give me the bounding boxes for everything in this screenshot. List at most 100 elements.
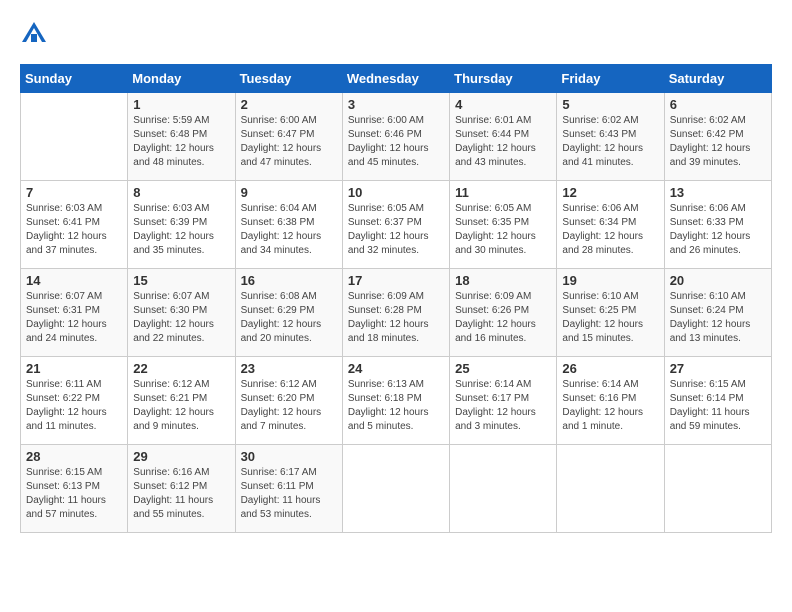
day-info: Sunrise: 6:04 AM Sunset: 6:38 PM Dayligh… <box>241 202 337 258</box>
calendar-cell: 24 Sunrise: 6:13 AM Sunset: 6:18 PM Dayli… <box>342 357 449 445</box>
day-number: 15 <box>133 273 229 288</box>
day-number: 14 <box>26 273 122 288</box>
calendar-cell: 19 Sunrise: 6:10 AM Sunset: 6:25 PM Dayli… <box>557 269 664 357</box>
day-number: 26 <box>562 361 658 376</box>
calendar-cell <box>450 445 557 533</box>
day-number: 9 <box>241 185 337 200</box>
day-number: 8 <box>133 185 229 200</box>
day-number: 25 <box>455 361 551 376</box>
calendar-cell: 21 Sunrise: 6:11 AM Sunset: 6:22 PM Dayli… <box>21 357 128 445</box>
day-number: 4 <box>455 97 551 112</box>
day-number: 13 <box>670 185 766 200</box>
day-number: 7 <box>26 185 122 200</box>
day-number: 24 <box>348 361 444 376</box>
day-info: Sunrise: 6:12 AM Sunset: 6:20 PM Dayligh… <box>241 378 337 434</box>
day-of-week-header: Saturday <box>664 65 771 93</box>
day-number: 21 <box>26 361 122 376</box>
calendar-cell <box>664 445 771 533</box>
day-of-week-header: Monday <box>128 65 235 93</box>
calendar-cell <box>557 445 664 533</box>
day-info: Sunrise: 6:11 AM Sunset: 6:22 PM Dayligh… <box>26 378 122 434</box>
calendar-cell: 14 Sunrise: 6:07 AM Sunset: 6:31 PM Dayli… <box>21 269 128 357</box>
calendar-cell: 30 Sunrise: 6:17 AM Sunset: 6:11 PM Dayli… <box>235 445 342 533</box>
logo <box>20 20 52 48</box>
day-info: Sunrise: 6:08 AM Sunset: 6:29 PM Dayligh… <box>241 290 337 346</box>
calendar-cell: 13 Sunrise: 6:06 AM Sunset: 6:33 PM Dayli… <box>664 181 771 269</box>
calendar-week-row: 14 Sunrise: 6:07 AM Sunset: 6:31 PM Dayli… <box>21 269 772 357</box>
day-info: Sunrise: 6:09 AM Sunset: 6:26 PM Dayligh… <box>455 290 551 346</box>
day-info: Sunrise: 6:01 AM Sunset: 6:44 PM Dayligh… <box>455 114 551 170</box>
day-info: Sunrise: 6:17 AM Sunset: 6:11 PM Dayligh… <box>241 466 337 522</box>
calendar-cell: 17 Sunrise: 6:09 AM Sunset: 6:28 PM Dayli… <box>342 269 449 357</box>
calendar-cell: 2Sunrise: 6:00 AM Sunset: 6:47 PM Daylig… <box>235 93 342 181</box>
calendar-cell: 4 Sunrise: 6:01 AM Sunset: 6:44 PM Daylig… <box>450 93 557 181</box>
day-number: 22 <box>133 361 229 376</box>
day-info: Sunrise: 6:02 AM Sunset: 6:43 PM Dayligh… <box>562 114 658 170</box>
day-info: Sunrise: 6:07 AM Sunset: 6:30 PM Dayligh… <box>133 290 229 346</box>
calendar-cell: 5 Sunrise: 6:02 AM Sunset: 6:43 PM Daylig… <box>557 93 664 181</box>
day-number: 27 <box>670 361 766 376</box>
day-info: Sunrise: 6:00 AM Sunset: 6:47 PM Dayligh… <box>241 114 337 170</box>
calendar-table: SundayMondayTuesdayWednesdayThursdayFrid… <box>20 64 772 533</box>
day-info: Sunrise: 6:06 AM Sunset: 6:34 PM Dayligh… <box>562 202 658 258</box>
day-info: Sunrise: 6:10 AM Sunset: 6:24 PM Dayligh… <box>670 290 766 346</box>
calendar-cell: 28Sunrise: 6:15 AM Sunset: 6:13 PM Dayli… <box>21 445 128 533</box>
calendar-cell <box>342 445 449 533</box>
calendar-week-row: 28Sunrise: 6:15 AM Sunset: 6:13 PM Dayli… <box>21 445 772 533</box>
day-number: 20 <box>670 273 766 288</box>
day-number: 19 <box>562 273 658 288</box>
calendar-cell: 8 Sunrise: 6:03 AM Sunset: 6:39 PM Daylig… <box>128 181 235 269</box>
calendar-cell: 15 Sunrise: 6:07 AM Sunset: 6:30 PM Dayli… <box>128 269 235 357</box>
calendar-cell: 3 Sunrise: 6:00 AM Sunset: 6:46 PM Daylig… <box>342 93 449 181</box>
calendar-cell: 27Sunrise: 6:15 AM Sunset: 6:14 PM Dayli… <box>664 357 771 445</box>
day-number: 30 <box>241 449 337 464</box>
day-info: Sunrise: 6:00 AM Sunset: 6:46 PM Dayligh… <box>348 114 444 170</box>
day-of-week-header: Friday <box>557 65 664 93</box>
day-number: 3 <box>348 97 444 112</box>
calendar-cell: 18 Sunrise: 6:09 AM Sunset: 6:26 PM Dayli… <box>450 269 557 357</box>
day-number: 28 <box>26 449 122 464</box>
calendar-week-row: 21 Sunrise: 6:11 AM Sunset: 6:22 PM Dayli… <box>21 357 772 445</box>
day-info: Sunrise: 6:02 AM Sunset: 6:42 PM Dayligh… <box>670 114 766 170</box>
logo-icon <box>20 20 48 48</box>
day-number: 10 <box>348 185 444 200</box>
calendar-cell: 12 Sunrise: 6:06 AM Sunset: 6:34 PM Dayli… <box>557 181 664 269</box>
day-info: Sunrise: 6:16 AM Sunset: 6:12 PM Dayligh… <box>133 466 229 522</box>
day-info: Sunrise: 5:59 AM Sunset: 6:48 PM Dayligh… <box>133 114 229 170</box>
day-info: Sunrise: 6:05 AM Sunset: 6:35 PM Dayligh… <box>455 202 551 258</box>
day-info: Sunrise: 6:10 AM Sunset: 6:25 PM Dayligh… <box>562 290 658 346</box>
calendar-header-row: SundayMondayTuesdayWednesdayThursdayFrid… <box>21 65 772 93</box>
calendar-cell: 6 Sunrise: 6:02 AM Sunset: 6:42 PM Daylig… <box>664 93 771 181</box>
day-of-week-header: Tuesday <box>235 65 342 93</box>
calendar-cell: 22 Sunrise: 6:12 AM Sunset: 6:21 PM Dayli… <box>128 357 235 445</box>
day-number: 16 <box>241 273 337 288</box>
day-number: 5 <box>562 97 658 112</box>
calendar-cell: 20 Sunrise: 6:10 AM Sunset: 6:24 PM Dayli… <box>664 269 771 357</box>
day-of-week-header: Wednesday <box>342 65 449 93</box>
day-info: Sunrise: 6:03 AM Sunset: 6:41 PM Dayligh… <box>26 202 122 258</box>
day-info: Sunrise: 6:05 AM Sunset: 6:37 PM Dayligh… <box>348 202 444 258</box>
day-info: Sunrise: 6:12 AM Sunset: 6:21 PM Dayligh… <box>133 378 229 434</box>
day-info: Sunrise: 6:13 AM Sunset: 6:18 PM Dayligh… <box>348 378 444 434</box>
calendar-week-row: 1 Sunrise: 5:59 AM Sunset: 6:48 PM Daylig… <box>21 93 772 181</box>
day-number: 6 <box>670 97 766 112</box>
calendar-cell: 16 Sunrise: 6:08 AM Sunset: 6:29 PM Dayli… <box>235 269 342 357</box>
calendar-body: 1 Sunrise: 5:59 AM Sunset: 6:48 PM Daylig… <box>21 93 772 533</box>
day-info: Sunrise: 6:14 AM Sunset: 6:17 PM Dayligh… <box>455 378 551 434</box>
calendar-cell: 9 Sunrise: 6:04 AM Sunset: 6:38 PM Daylig… <box>235 181 342 269</box>
calendar-cell: 23Sunrise: 6:12 AM Sunset: 6:20 PM Dayli… <box>235 357 342 445</box>
day-number: 11 <box>455 185 551 200</box>
day-number: 1 <box>133 97 229 112</box>
calendar-cell <box>21 93 128 181</box>
day-number: 17 <box>348 273 444 288</box>
day-number: 18 <box>455 273 551 288</box>
day-info: Sunrise: 6:14 AM Sunset: 6:16 PM Dayligh… <box>562 378 658 434</box>
day-info: Sunrise: 6:07 AM Sunset: 6:31 PM Dayligh… <box>26 290 122 346</box>
calendar-cell: 29Sunrise: 6:16 AM Sunset: 6:12 PM Dayli… <box>128 445 235 533</box>
page-header <box>20 20 772 48</box>
day-number: 12 <box>562 185 658 200</box>
day-info: Sunrise: 6:09 AM Sunset: 6:28 PM Dayligh… <box>348 290 444 346</box>
day-info: Sunrise: 6:03 AM Sunset: 6:39 PM Dayligh… <box>133 202 229 258</box>
day-of-week-header: Thursday <box>450 65 557 93</box>
day-info: Sunrise: 6:06 AM Sunset: 6:33 PM Dayligh… <box>670 202 766 258</box>
